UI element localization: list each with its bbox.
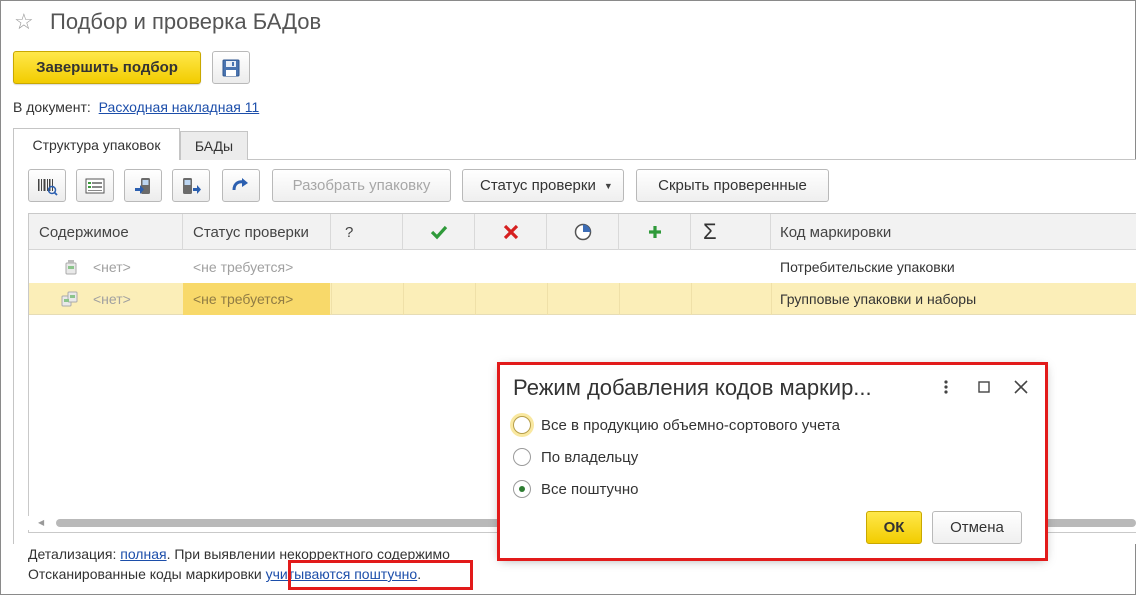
header-status[interactable]: Статус проверки xyxy=(183,214,331,250)
header-content[interactable]: Содержимое xyxy=(29,214,183,250)
window-title: Подбор и проверка БАДов xyxy=(50,9,322,34)
barcode-scan-icon xyxy=(38,178,58,196)
floppy-disk-icon xyxy=(222,59,240,76)
terminal-upload-button[interactable] xyxy=(124,169,162,202)
header-question[interactable]: ? xyxy=(331,214,403,250)
dropdown-arrow-icon: ▼ xyxy=(603,180,613,191)
terminal-download-button[interactable] xyxy=(172,169,210,202)
refresh-button[interactable] xyxy=(222,169,260,202)
scroll-left-icon[interactable]: ◀ xyxy=(38,518,44,527)
sigma-icon: Σ xyxy=(703,219,717,244)
cell-separator xyxy=(691,283,692,315)
document-line: В документ: Расходная накладная 11 xyxy=(13,99,259,115)
unpack-button[interactable]: Разобрать упаковку xyxy=(272,169,451,202)
cell-separator xyxy=(475,283,476,315)
check-status-label: Статус проверки xyxy=(480,177,596,194)
scan-barcode-button[interactable] xyxy=(28,169,66,202)
scanned-text: Отсканированные коды маркировки xyxy=(28,566,266,582)
check-status-dropdown[interactable]: Статус проверки ▼ xyxy=(462,169,624,202)
header-sum[interactable]: Σ xyxy=(691,214,771,250)
list-document-icon xyxy=(85,178,105,193)
header-checked[interactable] xyxy=(403,214,475,250)
cell-separator xyxy=(403,283,404,315)
row-content: <нет> xyxy=(93,259,131,275)
red-cross-icon xyxy=(503,224,518,240)
row-code: Потребительские упаковки xyxy=(780,259,955,275)
table-row[interactable]: <нет> <не требуется> Потребительские упа… xyxy=(29,251,1136,283)
header-code[interactable]: Код маркировки xyxy=(771,214,1136,250)
tab-package-structure[interactable]: Структура упаковок xyxy=(13,128,180,160)
document-link[interactable]: Расходная накладная 11 xyxy=(99,99,260,115)
green-plus-icon xyxy=(648,226,661,238)
green-check-icon xyxy=(430,225,447,240)
pie-clock-icon xyxy=(574,223,591,241)
cell-separator xyxy=(771,283,772,315)
row-content: <нет> xyxy=(93,291,131,307)
curved-arrow-icon xyxy=(232,177,248,190)
detail-label: Детализация: xyxy=(28,546,117,562)
terminal-download-icon xyxy=(183,177,201,194)
terminal-upload-icon xyxy=(135,177,150,194)
dialog-highlight-frame xyxy=(497,362,1048,561)
document-list-button[interactable] xyxy=(76,169,114,202)
cell-separator xyxy=(547,283,548,315)
favorite-star-icon[interactable]: ☆ xyxy=(14,9,34,35)
save-button[interactable] xyxy=(212,51,250,84)
tab-bads[interactable]: БАДы xyxy=(180,131,248,160)
group-package-icon xyxy=(61,283,83,315)
cell-separator xyxy=(619,283,620,315)
header-added[interactable] xyxy=(619,214,691,250)
cell-separator xyxy=(331,283,332,315)
document-label: В документ: xyxy=(13,99,91,115)
hide-checked-button[interactable]: Скрыть проверенные xyxy=(636,169,829,202)
row-status-cell: <не требуется> xyxy=(183,283,330,315)
highlight-frame xyxy=(288,560,473,590)
row-code: Групповые упаковки и наборы xyxy=(780,291,977,307)
header-partial[interactable] xyxy=(547,214,619,250)
table-header: Содержимое Статус проверки ? Σ Код марки… xyxy=(29,214,1136,250)
consumer-package-icon xyxy=(63,251,83,283)
finish-selection-button[interactable]: Завершить подбор xyxy=(13,51,201,84)
row-status: <не требуется> xyxy=(193,259,294,275)
detail-link[interactable]: полная xyxy=(120,546,166,562)
header-error[interactable] xyxy=(475,214,547,250)
row-status: <не требуется> xyxy=(193,291,294,307)
table-row-selected[interactable]: <не требуется> <нет> Групповые упаковки … xyxy=(29,283,1136,315)
